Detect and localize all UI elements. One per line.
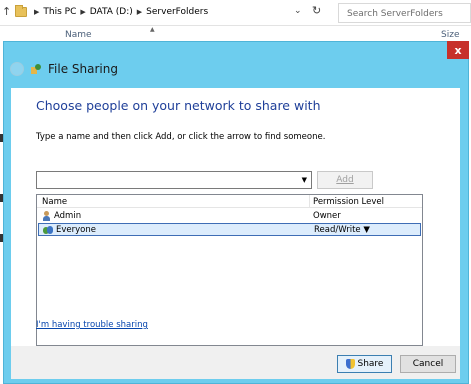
folder-icon	[15, 5, 27, 17]
breadcrumb-item-data-drive[interactable]: DATA (D:)	[90, 7, 133, 17]
add-button[interactable]: Add	[317, 171, 373, 189]
page-heading: Choose people on your network to share w…	[36, 98, 321, 113]
breadcrumb-item-this-pc[interactable]: This PC	[43, 7, 76, 17]
search-placeholder: Search ServerFolders	[347, 9, 443, 19]
chevron-right-icon: ▶	[80, 8, 86, 16]
group-icon	[43, 225, 53, 235]
back-button[interactable]	[10, 62, 24, 76]
sort-caret-icon: ▲	[150, 26, 155, 33]
permission-level: Owner	[313, 211, 341, 221]
share-button[interactable]: Share	[337, 355, 392, 373]
breadcrumb: ▶ This PC ▶ DATA (D:) ▶ ServerFolders	[34, 7, 208, 17]
column-header-name[interactable]: Name	[42, 197, 67, 207]
refresh-icon[interactable]: ↻	[312, 4, 321, 17]
list-item-everyone[interactable]: Everyone Read/Write ▼	[38, 223, 421, 236]
chevron-right-icon: ▶	[136, 8, 143, 16]
breadcrumb-item-serverfolders[interactable]: ServerFolders	[146, 7, 208, 17]
dialog-title-bar: File Sharing	[10, 62, 118, 76]
address-dropdown-icon[interactable]: ⌄	[294, 6, 302, 16]
dialog-footer: Share Cancel	[11, 346, 460, 379]
share-button-label: Share	[357, 359, 384, 369]
uac-shield-icon	[345, 359, 355, 369]
list-item-name: Admin	[54, 211, 82, 221]
column-header-size[interactable]: Size	[441, 30, 459, 40]
dialog-content: Choose people on your network to share w…	[11, 88, 460, 346]
permission-dropdown[interactable]: Read/Write ▼	[314, 225, 370, 235]
search-input[interactable]: Search ServerFolders	[338, 3, 471, 23]
up-arrow-icon[interactable]: ↑	[2, 5, 11, 18]
list-item-name: Everyone	[56, 225, 96, 235]
user-icon	[42, 211, 51, 221]
column-divider[interactable]	[309, 195, 310, 208]
cancel-button[interactable]: Cancel	[400, 355, 456, 373]
column-header-permission[interactable]: Permission Level	[313, 197, 384, 207]
column-header-name[interactable]: Name	[65, 30, 92, 40]
trouble-sharing-link[interactable]: I'm having trouble sharing	[36, 320, 148, 330]
name-combobox[interactable]: ▼	[36, 171, 312, 189]
list-item-admin[interactable]: Admin Owner	[38, 210, 421, 223]
dropdown-arrow-icon[interactable]: ▼	[302, 176, 307, 184]
close-button[interactable]: x	[447, 41, 469, 59]
instruction-text: Type a name and then click Add, or click…	[36, 132, 326, 142]
dialog-title: File Sharing	[48, 62, 118, 76]
add-button-label: Add	[336, 175, 354, 185]
chevron-right-icon: ▶	[34, 8, 40, 16]
list-header: Name Permission Level	[37, 195, 422, 208]
file-sharing-icon	[30, 63, 42, 75]
